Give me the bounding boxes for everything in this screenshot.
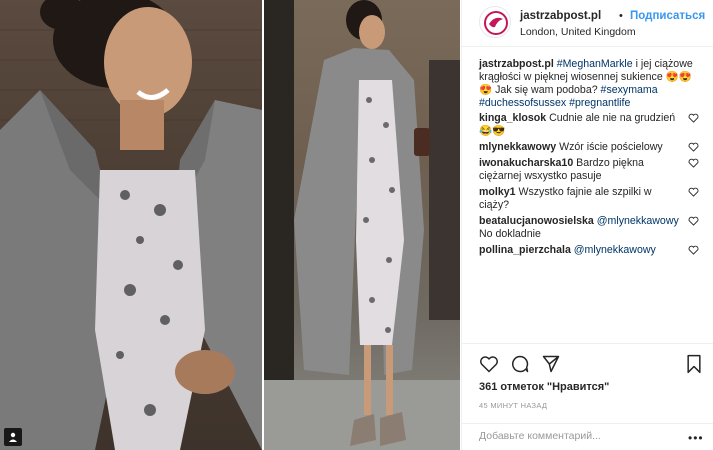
post-caption: jastrzabpost.pl #MeghanMarkle i jej ciąż… (479, 58, 693, 110)
heart-icon[interactable] (479, 354, 499, 374)
hashtag-link[interactable]: #MeghanMarkle (557, 58, 633, 70)
comment-item: iwonakucharska10 Bardzo piękna ciężarnej… (479, 157, 699, 183)
comment-item: mlynekkawowy Wzór iście pościelowy (479, 141, 699, 154)
post-header: jastrzabpost.pl • Подписаться London, Un… (462, 0, 713, 47)
comment-mention[interactable]: @mlynekkawowy (597, 215, 679, 227)
comment-item: kinga_klosok Cudnie ale nie na grudzień … (479, 112, 699, 138)
header-separator: • (619, 10, 623, 22)
comment-username[interactable]: mlynekkawowy (479, 141, 556, 153)
woman-closeup-illustration (0, 0, 262, 450)
more-options-icon[interactable]: ••• (688, 431, 704, 445)
comment-input[interactable] (479, 430, 679, 442)
caption-username[interactable]: jastrzabpost.pl (479, 58, 554, 70)
user-tag-icon[interactable] (4, 428, 22, 446)
hashtag-link[interactable]: #pregnantlife (569, 97, 630, 109)
heart-icon[interactable] (688, 216, 699, 226)
comment-text: Wzór iście pościelowy (559, 141, 663, 153)
heart-icon[interactable] (688, 158, 699, 168)
heart-icon[interactable] (688, 142, 699, 152)
brand-logo-icon (484, 11, 508, 35)
post-author-username[interactable]: jastrzabpost.pl (520, 10, 601, 22)
comment-username[interactable]: molky1 (479, 186, 516, 198)
follow-button[interactable]: Подписаться (630, 10, 705, 22)
comments-list: jastrzabpost.pl #MeghanMarkle i jej ciąż… (479, 58, 699, 260)
comment-username[interactable]: pollina_pierzchala (479, 244, 571, 256)
heart-icon[interactable] (688, 113, 699, 123)
avatar[interactable] (479, 6, 511, 38)
heart-icon[interactable] (688, 245, 699, 255)
bookmark-icon[interactable] (684, 354, 704, 374)
post-timestamp: 45 МИНУТ НАЗАД (479, 401, 548, 410)
add-comment-bar: ••• (462, 423, 713, 450)
comment-mention[interactable]: @mlynekkawowy (574, 244, 656, 256)
post-sidebar: jastrzabpost.pl • Подписаться London, Un… (461, 0, 713, 450)
comment-username[interactable]: iwonakucharska10 (479, 157, 573, 169)
likes-count[interactable]: 361 отметок "Нравится" (479, 381, 609, 393)
comment-item: molky1 Wszystko fajnie ale szpilki w cią… (479, 186, 699, 212)
heart-icon[interactable] (688, 187, 699, 197)
action-bar (462, 343, 713, 377)
comment-item: beatalucjanowosielska @mlynekkawowy No d… (479, 215, 699, 241)
comment-text: No dokladnie (479, 228, 541, 240)
post-photo[interactable] (0, 0, 460, 450)
comment-username[interactable]: kinga_klosok (479, 112, 546, 124)
post-location[interactable]: London, United Kingdom (520, 26, 636, 38)
hashtag-link[interactable]: #duchessofsussex (479, 97, 566, 109)
photo-right-panel (264, 0, 460, 450)
comment-icon[interactable] (510, 354, 530, 374)
hashtag-link[interactable]: #sexymama (601, 84, 658, 96)
woman-fulllength-illustration (264, 0, 460, 450)
comment-username[interactable]: beatalucjanowosielska (479, 215, 594, 227)
photo-left-panel (0, 0, 262, 450)
comment-item: pollina_pierzchala @mlynekkawowy (479, 244, 699, 257)
share-icon[interactable] (541, 354, 561, 374)
